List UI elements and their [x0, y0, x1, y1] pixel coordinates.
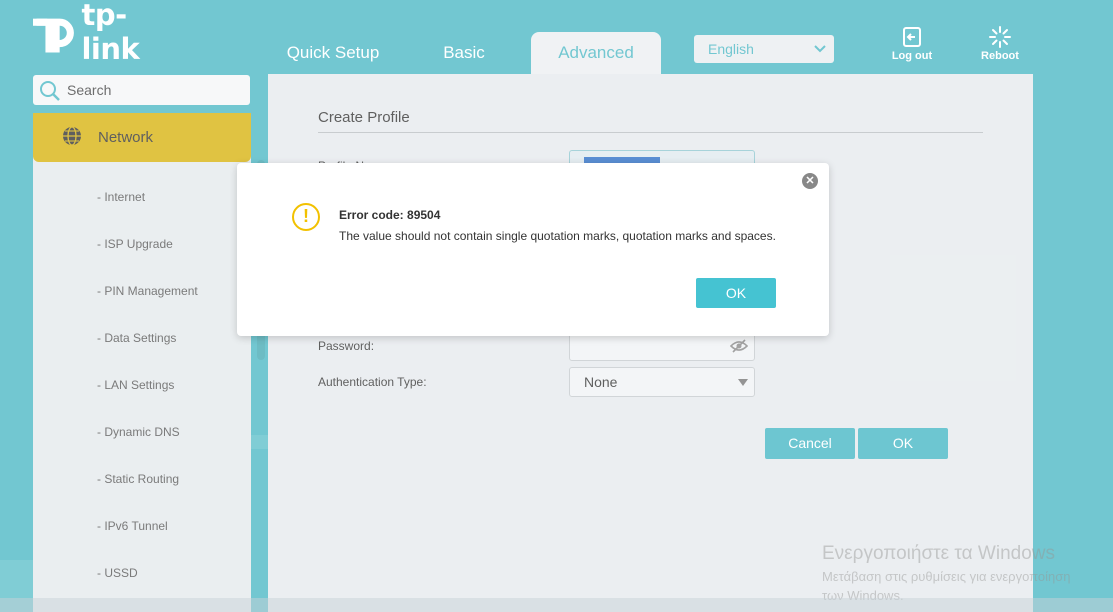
dialog-ok-button[interactable]: OK	[696, 278, 776, 308]
error-code: Error code: 89504	[339, 208, 441, 222]
close-icon[interactable]: ✕	[802, 173, 818, 189]
warning-icon: !	[292, 203, 320, 231]
error-message: The value should not contain single quot…	[339, 229, 776, 243]
bottom-strip	[0, 598, 1113, 612]
error-dialog: ✕ ! Error code: 89504 The value should n…	[237, 163, 829, 336]
